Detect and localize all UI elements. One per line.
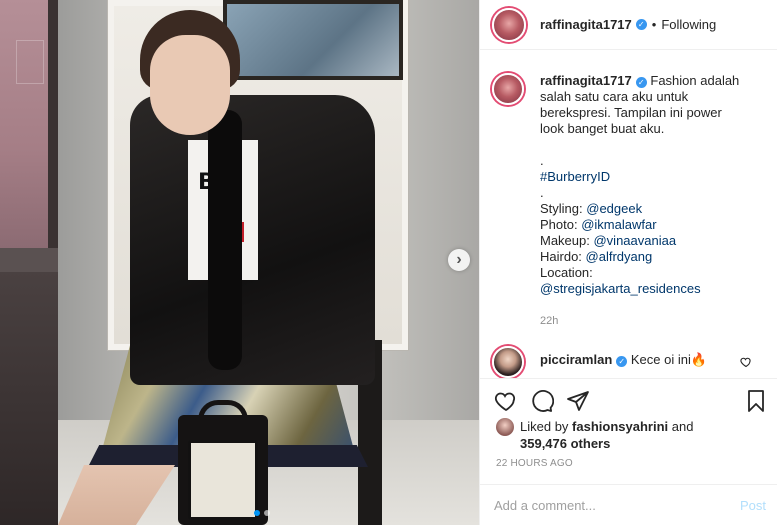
share-icon[interactable]: [566, 389, 590, 413]
caption-author-avatar[interactable]: [492, 73, 524, 105]
liker-avatar[interactable]: [496, 418, 514, 436]
post-photo[interactable]: BU: [58, 0, 479, 525]
caption-time[interactable]: 22h: [540, 313, 758, 329]
carousel-next-button[interactable]: ›: [448, 249, 470, 271]
liker-username[interactable]: fashionsyahrini: [572, 419, 668, 434]
likes-text: Liked by fashionsyahrini and 359,476 oth…: [520, 418, 693, 452]
post-timestamp[interactable]: 22 HOURS AGO: [496, 458, 573, 469]
post-actions-bar: [480, 378, 777, 422]
likes-and: and: [668, 419, 694, 434]
post-side-panel: raffinagita1717 ✓ • Following raffinagit…: [479, 0, 777, 525]
carousel-dot-active: [254, 510, 260, 516]
verified-badge-icon: ✓: [635, 19, 647, 30]
photo-bag-panel: [188, 440, 258, 520]
location-handle-link[interactable]: @stregisjakarta_residences: [540, 281, 758, 297]
small-heart-icon[interactable]: [740, 356, 752, 368]
comment-item: picciramlan ✓ Kece oi ini🔥: [492, 346, 767, 378]
heart-icon[interactable]: [494, 389, 518, 413]
carousel-dot: [264, 510, 270, 516]
backdrop-previous-post: [0, 0, 48, 248]
caption-text: raffinagita1717 ✓ Fashion adalah salah sa…: [540, 73, 758, 329]
hashtag-link[interactable]: #BurberryID: [540, 169, 758, 185]
credit-label: Styling:: [540, 201, 587, 216]
photo-artwork: [223, 0, 403, 80]
photo-jacket-trim: [208, 110, 242, 370]
caption-username[interactable]: raffinagita1717: [540, 73, 632, 88]
backdrop-divider: [0, 248, 58, 272]
verified-badge-icon: ✓: [635, 77, 647, 88]
credit-label: Makeup:: [540, 233, 594, 248]
comment-text: picciramlan ✓ Kece oi ini🔥: [540, 352, 707, 368]
credit-handle-link[interactable]: @edgeek: [586, 201, 642, 216]
following-button[interactable]: Following: [661, 17, 716, 32]
photo-face: [150, 35, 230, 135]
post-header: raffinagita1717 ✓ • Following: [480, 0, 777, 50]
caption-dot: .: [540, 185, 544, 200]
credit-label: Photo:: [540, 217, 582, 232]
comments-list[interactable]: raffinagita1717 ✓ Fashion adalah salah sa…: [480, 51, 777, 378]
verified-badge-icon: ✓: [616, 356, 628, 367]
location-label: Location:: [540, 265, 593, 280]
header-separator: •: [651, 17, 657, 32]
author-username[interactable]: raffinagita1717: [540, 17, 632, 32]
caption-line: berekspresi. Tampilan ini power: [540, 105, 722, 120]
caption-comment: raffinagita1717 ✓ Fashion adalah salah sa…: [492, 73, 762, 329]
modal-backdrop[interactable]: [0, 0, 58, 525]
caption-line: look banget buat aku.: [540, 121, 665, 136]
likes-summary: Liked by fashionsyahrini and 359,476 oth…: [496, 418, 766, 452]
add-comment-form: Post: [480, 484, 777, 525]
commenter-username[interactable]: picciramlan: [540, 352, 612, 367]
comment-input[interactable]: [494, 497, 740, 513]
likes-prefix: Liked by: [520, 419, 573, 434]
backdrop-shade: [0, 272, 58, 525]
credit-handle-link[interactable]: @ikmalawfar: [581, 217, 656, 232]
chevron-right-icon: ›: [456, 251, 462, 268]
author-avatar[interactable]: [492, 7, 526, 42]
credit-handle-link[interactable]: @vinaavaniaa: [593, 233, 676, 248]
carousel-dots: [254, 510, 270, 516]
post-comment-button[interactable]: Post: [740, 498, 766, 513]
caption-line: salah satu cara aku untuk: [540, 89, 689, 104]
bookmark-icon[interactable]: [744, 389, 768, 413]
credit-label: Hairdo:: [540, 249, 586, 264]
credit-handle-link[interactable]: @alfrdyang: [586, 249, 653, 264]
comment-icon[interactable]: [530, 389, 554, 413]
caption-line: Fashion adalah: [650, 73, 740, 88]
commenter-avatar[interactable]: [492, 346, 524, 378]
likes-count-link[interactable]: 359,476 others: [520, 436, 610, 451]
comment-body: Kece oi ini🔥: [630, 352, 708, 367]
caption-dot: .: [540, 153, 544, 168]
